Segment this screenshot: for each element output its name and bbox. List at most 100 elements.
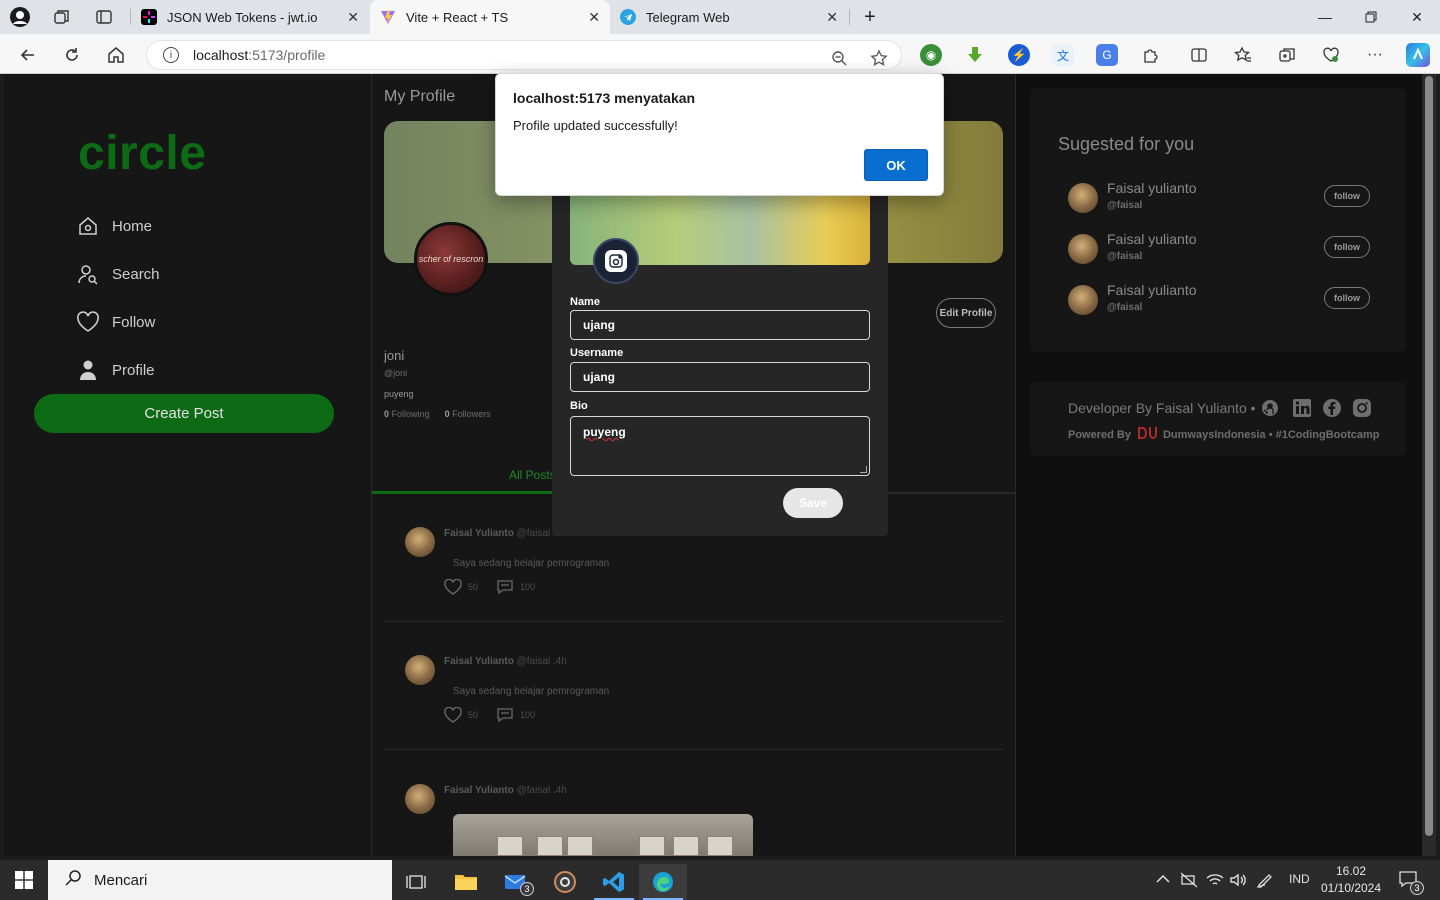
like-heart-icon[interactable] [444, 578, 462, 596]
network-offline-icon[interactable] [1180, 872, 1198, 891]
username-input[interactable]: ujang [570, 362, 870, 392]
user-avatar[interactable] [1068, 234, 1098, 264]
sidebar-item-follow[interactable]: Follow [76, 310, 155, 334]
instagram-icon[interactable] [1352, 398, 1372, 418]
extension-bolt-icon[interactable]: ⚡ [1008, 44, 1030, 66]
create-post-button[interactable]: Create Post [34, 394, 334, 433]
vscode-icon[interactable] [590, 864, 638, 900]
refresh-icon[interactable] [59, 42, 85, 68]
alert-ok-button[interactable]: OK [864, 149, 928, 181]
tab-actions-icon[interactable] [92, 5, 116, 29]
collections-icon[interactable] [1276, 44, 1298, 66]
wifi-icon[interactable] [1206, 872, 1224, 891]
jwt-icon [141, 9, 157, 25]
tab-jwt[interactable]: JSON Web Tokens - jwt.io ✕ [131, 0, 369, 34]
suggested-user[interactable]: Faisal yulianto @faisal follow [1068, 231, 1370, 267]
url-bar[interactable]: i localhost:5173/profile [146, 40, 902, 70]
tab-title: Vite + React + TS [406, 9, 509, 25]
post-item[interactable]: Faisal Yulianto @faisal .4h Saya sedang … [384, 622, 1003, 750]
save-button[interactable]: Save [783, 488, 843, 518]
suggested-user[interactable]: Faisal yulianto @faisal follow [1068, 180, 1370, 216]
address-toolbar: i localhost:5173/profile ◉ ⚡ 文 G ··· [0, 34, 1440, 74]
edge-browser-icon[interactable] [639, 864, 687, 900]
page-scrollbar[interactable] [1422, 74, 1436, 856]
search-user-icon [76, 262, 100, 286]
extension-globe-icon[interactable]: ◉ [920, 44, 942, 66]
google-translate-icon[interactable]: G [1096, 44, 1118, 66]
user-avatar[interactable] [1068, 183, 1098, 213]
file-explorer-icon[interactable] [442, 864, 490, 900]
clock[interactable]: 16.02 01/10/2024 [1316, 863, 1386, 897]
notification-center-icon[interactable]: 3 [1398, 870, 1424, 895]
edit-profile-modal: Name ujang Username ujang Bio puyeng Sav… [552, 163, 888, 536]
sidebar-item-search[interactable]: Search [76, 262, 160, 286]
clock-date: 01/10/2024 [1320, 881, 1382, 895]
zoom-out-icon[interactable] [829, 48, 849, 68]
language-indicator[interactable]: IND [1289, 872, 1310, 886]
powered-by-brand: DumwaysIndonesia • #1CodingBootcamp [1162, 428, 1380, 441]
close-window-icon[interactable]: ✕ [1394, 0, 1440, 34]
tab-all-posts[interactable]: All Posts [509, 468, 556, 482]
post-handle: @faisal .4h [516, 785, 567, 796]
performance-heart-icon[interactable] [1320, 44, 1342, 66]
back-icon[interactable] [15, 42, 41, 68]
username-label: Username [570, 347, 624, 359]
user-avatar[interactable] [1068, 285, 1098, 315]
mail-icon[interactable]: 3 [492, 864, 540, 900]
followers-stat[interactable]: 0 Followers [445, 409, 491, 419]
change-photo-icon[interactable] [605, 250, 627, 272]
post-avatar[interactable] [405, 655, 435, 685]
close-tab-icon[interactable]: ✕ [347, 9, 359, 26]
suggested-user[interactable]: Faisal yulianto @faisal follow [1068, 282, 1370, 318]
like-heart-icon[interactable] [444, 706, 462, 724]
download-manager-icon[interactable] [964, 44, 986, 66]
favorites-icon[interactable] [1232, 44, 1254, 66]
minimize-icon[interactable]: — [1302, 0, 1348, 34]
sidebar-item-profile[interactable]: Profile [76, 358, 155, 382]
more-menu-icon[interactable]: ··· [1364, 44, 1386, 66]
scrollbar-thumb[interactable] [1425, 76, 1433, 836]
pen-icon[interactable] [1256, 872, 1274, 891]
workspaces-icon[interactable] [50, 5, 74, 29]
name-input[interactable]: ujang [570, 310, 870, 340]
post-avatar[interactable] [405, 784, 435, 814]
app-logo[interactable]: circle [78, 126, 206, 181]
sidebar-item-home[interactable]: Home [76, 214, 152, 238]
favorite-star-icon[interactable] [869, 48, 889, 68]
site-info-icon[interactable]: i [163, 47, 179, 63]
bio-textarea[interactable]: puyeng [570, 416, 870, 476]
github-icon[interactable] [1260, 398, 1280, 418]
task-view-icon[interactable] [392, 864, 440, 900]
linkedin-icon[interactable] [1292, 398, 1312, 418]
new-tab-icon[interactable]: + [858, 5, 882, 29]
taskbar-search[interactable]: Mencari [48, 860, 392, 900]
comment-icon[interactable] [496, 706, 514, 724]
volume-icon[interactable] [1229, 872, 1247, 891]
follow-button[interactable]: follow [1324, 185, 1370, 207]
comment-icon[interactable] [496, 578, 514, 596]
modal-avatar[interactable] [593, 238, 639, 284]
follow-button[interactable]: follow [1324, 287, 1370, 309]
restore-icon[interactable] [1348, 0, 1394, 34]
extensions-puzzle-icon[interactable] [1140, 44, 1162, 66]
following-stat[interactable]: 0 Following [384, 409, 430, 419]
windows-start-icon[interactable] [0, 860, 48, 900]
profile-avatar-icon[interactable] [8, 5, 32, 29]
split-screen-icon[interactable] [1188, 44, 1210, 66]
copilot-icon[interactable] [1406, 43, 1430, 67]
tab-telegram[interactable]: Telegram Web ✕ [610, 0, 848, 34]
facebook-icon[interactable] [1322, 398, 1342, 418]
post-avatar[interactable] [405, 527, 435, 557]
home-browser-icon[interactable] [103, 42, 129, 68]
media-player-icon[interactable] [541, 864, 589, 900]
close-tab-icon[interactable]: ✕ [826, 9, 838, 26]
close-tab-icon[interactable]: ✕ [588, 9, 600, 26]
follow-button[interactable]: follow [1324, 236, 1370, 258]
resize-handle-icon[interactable] [860, 466, 867, 473]
post-image[interactable] [453, 814, 753, 856]
translate-icon[interactable]: 文 [1052, 44, 1074, 66]
edit-profile-button[interactable]: Edit Profile [936, 298, 996, 328]
show-hidden-icons[interactable] [1156, 872, 1170, 887]
dumbways-logo-icon [1137, 426, 1157, 443]
tab-vite[interactable]: Vite + React + TS ✕ [370, 0, 610, 34]
